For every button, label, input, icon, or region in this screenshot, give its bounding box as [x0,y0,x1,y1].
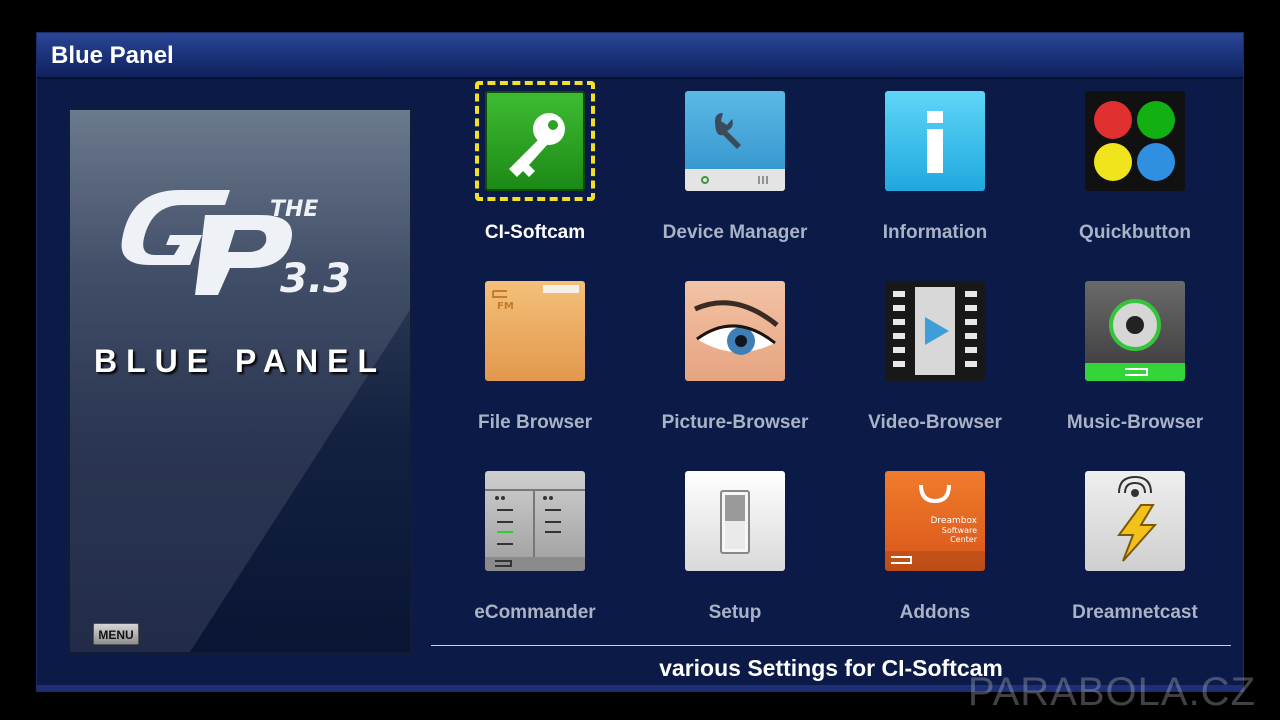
tile-label: File Browser [477,412,593,433]
window-title: Blue Panel [51,42,174,69]
tile-label: Quickbutton [1079,222,1191,243]
eye-icon [685,281,785,381]
color-buttons-icon [1085,91,1185,191]
netcast-icon [1085,471,1185,571]
tile-addons[interactable]: Dreambox Software Center Addons [835,461,1035,641]
tile-ecommander[interactable]: eCommander [435,461,635,641]
tile-music-browser[interactable]: Music-Browser [1035,271,1235,451]
tile-label: Dreamnetcast [1072,602,1198,623]
file-commander-icon [485,471,585,571]
addons-text-1: Dreambox [930,516,977,526]
logo-the-text: THE [270,197,318,222]
tile-label: Picture-Browser [661,412,809,433]
tile-label: eCommander [474,602,596,623]
tile-label: CI-Softcam [484,222,586,243]
wrench-drive-icon [685,91,785,191]
switch-icon [685,471,785,571]
info-icon [885,91,985,191]
logo-version-text: 3.3 [280,256,351,302]
title-bar: Blue Panel [37,33,1243,79]
tile-label: Information [882,222,988,243]
menu-button[interactable]: MENU [93,623,139,645]
blue-panel-window: Blue Panel THE 3.3 BLUE PANEL MENU CI-So… [36,32,1244,692]
folder-icon: FM [485,281,585,381]
tile-picture-browser[interactable]: Picture-Browser [635,271,835,451]
gp-logo-icon: THE 3.3 [121,190,351,302]
watermark: PARABOLA.CZ [967,670,1256,714]
tile-setup[interactable]: Setup [635,461,835,641]
tile-quickbutton[interactable]: Quickbutton [1035,81,1235,261]
logo-panel: THE 3.3 BLUE PANEL MENU [67,107,413,655]
speaker-icon [1085,281,1185,381]
tile-dreamnetcast[interactable]: Dreamnetcast [1035,461,1235,641]
tile-file-browser[interactable]: FM File Browser [435,271,635,451]
film-icon [885,281,985,381]
tile-label: Addons [899,602,971,623]
tile-ci-softcam[interactable]: CI-Softcam [435,81,635,261]
tile-label: Video-Browser [868,412,1002,433]
tile-label: Music-Browser [1066,412,1204,433]
addons-text-3: Center [950,535,978,544]
addons-text-2: Software [942,526,977,535]
tile-device-manager[interactable]: Device Manager [635,81,835,261]
software-center-icon: Dreambox Software Center [885,471,985,571]
svg-text:FM: FM [497,301,514,312]
divider-line [431,645,1231,646]
tile-information[interactable]: Information [835,81,1035,261]
panel-name: BLUE PANEL [93,343,387,379]
tile-video-browser[interactable]: Video-Browser [835,271,1035,451]
tile-label: Device Manager [662,222,808,243]
key-icon [485,91,585,191]
tile-label: Setup [708,602,762,623]
